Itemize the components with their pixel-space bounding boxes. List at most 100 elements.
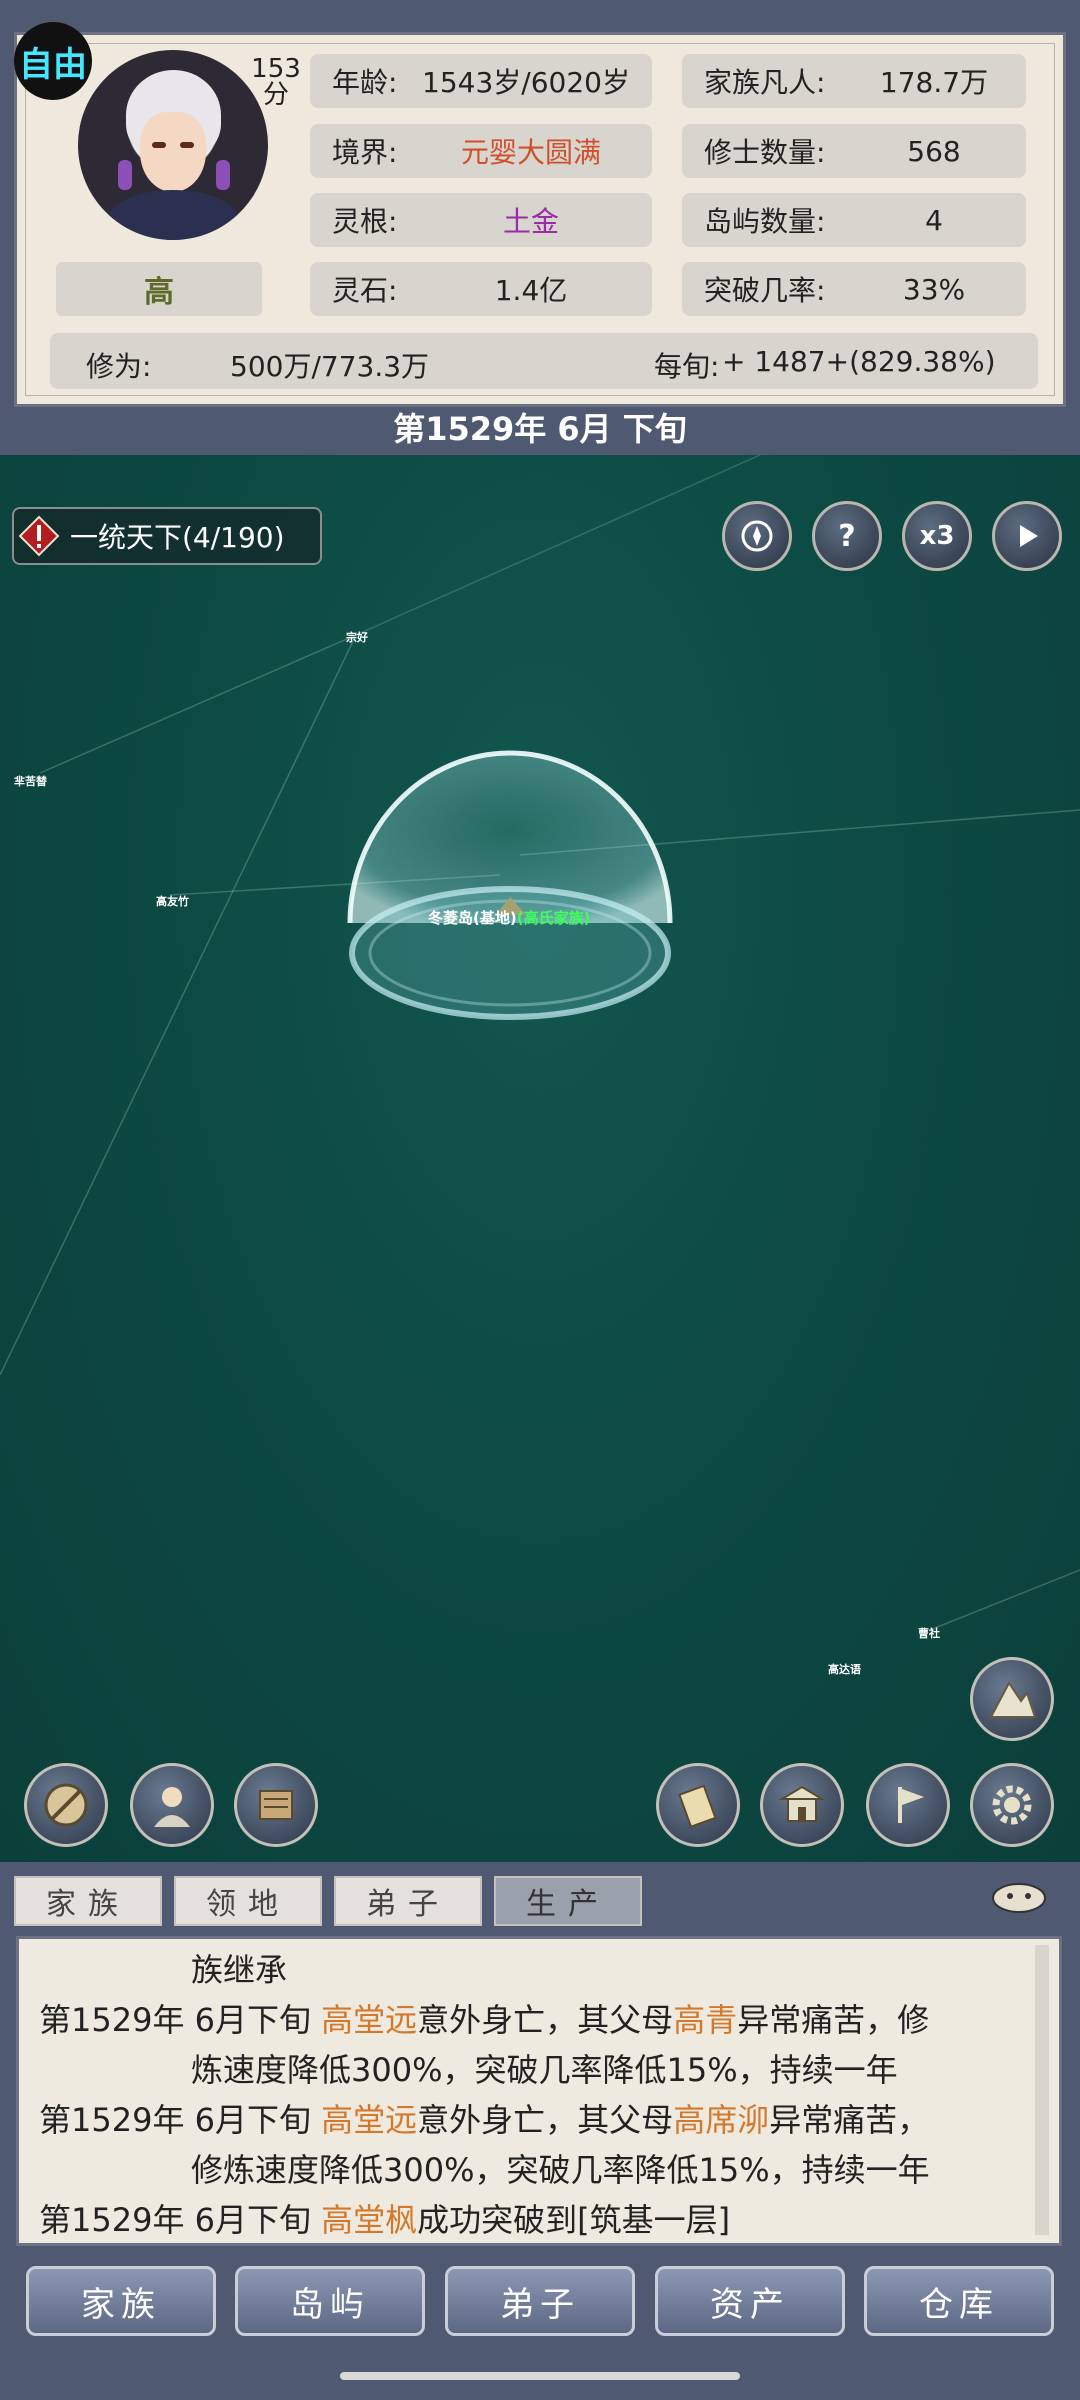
mountain-icon bbox=[989, 1681, 1037, 1718]
speed-label: x3 bbox=[919, 521, 955, 551]
emblem-icon bbox=[741, 520, 773, 552]
island-name: 冬菱岛(基地) bbox=[428, 909, 517, 927]
log-date: 第1529年 6月下旬 bbox=[39, 2201, 311, 2239]
tab-production[interactable]: 生产 bbox=[494, 1876, 642, 1926]
age-value: 1543岁/6020岁 bbox=[422, 66, 630, 99]
realm-cell: 境界: 元婴大圆满 bbox=[310, 124, 652, 178]
event-log[interactable]: 族继承 第1529年 6月下旬 高堂远意外身亡，其父母高青异常痛苦，修 炼速度降… bbox=[16, 1936, 1062, 2246]
flag-button[interactable] bbox=[866, 1763, 950, 1847]
alert-icon bbox=[18, 515, 60, 557]
stones-cell: 灵石: 1.4亿 bbox=[310, 262, 652, 316]
log-subject[interactable]: 高堂枫 bbox=[321, 2201, 417, 2239]
base-island-label[interactable]: 冬菱岛(基地)(高氏家族) bbox=[428, 907, 590, 928]
mortals-value: 178.7万 bbox=[879, 66, 989, 99]
place-label[interactable]: 宗好 bbox=[346, 629, 368, 645]
root-label: 灵根: bbox=[332, 205, 398, 238]
log-subject[interactable]: 高堂远 bbox=[321, 2001, 417, 2039]
help-button[interactable]: ? bbox=[812, 501, 882, 571]
nav-family-button[interactable]: 家族 bbox=[26, 2266, 216, 2336]
settings-button[interactable] bbox=[970, 1763, 1054, 1847]
log-target[interactable]: 高席泖 bbox=[673, 2101, 769, 2139]
realm-value: 元婴大圆满 bbox=[460, 136, 601, 169]
log-subject[interactable]: 高堂远 bbox=[321, 2101, 417, 2139]
log-line: 族继承 bbox=[191, 1951, 288, 1989]
world-map[interactable]: 一统天下(4/190) ? x3 宗好 芈苦替 高友竹 曹社 高达语 冬菱岛(基… bbox=[0, 455, 1080, 1865]
realm-label: 境界: bbox=[332, 136, 398, 169]
terrain-button[interactable] bbox=[970, 1657, 1054, 1741]
log-date: 第1529年 6月下旬 bbox=[39, 2001, 311, 2039]
place-label[interactable]: 芈苦替 bbox=[14, 773, 47, 789]
nav-warehouse-button[interactable]: 仓库 bbox=[864, 2266, 1054, 2336]
tab-territory[interactable]: 领地 bbox=[174, 1876, 322, 1926]
sect-emblem-button[interactable] bbox=[722, 501, 792, 571]
log-entry: 第1529年 6月下旬 高堂远意外身亡，其父母高席泖异常痛苦， bbox=[39, 2095, 929, 2141]
speed-button[interactable]: x3 bbox=[902, 501, 972, 571]
building-button[interactable] bbox=[760, 1763, 844, 1847]
avatar-eye bbox=[152, 142, 166, 148]
cultivators-label: 修士数量: bbox=[704, 136, 826, 169]
scroll-button[interactable] bbox=[234, 1763, 318, 1847]
cultivation-label: 修为: bbox=[86, 350, 152, 383]
mortals-label: 家族凡人: bbox=[704, 66, 826, 99]
breakthrough-label: 突破几率: bbox=[704, 274, 826, 307]
log-target[interactable]: 高青 bbox=[673, 2001, 737, 2039]
place-label[interactable]: 高达语 bbox=[828, 1661, 861, 1677]
log-text: 意外身亡，其父母 bbox=[417, 2101, 674, 2139]
free-mode-badge[interactable]: 自由 bbox=[14, 22, 92, 100]
disciple-portrait-button[interactable] bbox=[130, 1763, 214, 1847]
divination-button[interactable] bbox=[24, 1763, 108, 1847]
log-date: 第1529年 6月下旬 bbox=[39, 2101, 311, 2139]
island-family: (高氏家族) bbox=[516, 909, 591, 927]
ticket-icon bbox=[678, 1784, 717, 1828]
breakthrough-cell: 突破几率: 33% bbox=[682, 262, 1026, 316]
place-label[interactable]: 曹社 bbox=[918, 1625, 940, 1641]
cultivators-value: 568 bbox=[907, 134, 961, 168]
quest-unify-world[interactable]: 一统天下(4/190) bbox=[12, 507, 322, 565]
stones-label: 灵石: bbox=[332, 274, 398, 307]
date-display: 第1529年 6月 下旬 bbox=[393, 410, 687, 448]
help-icon: ? bbox=[838, 518, 856, 554]
avatar-face bbox=[140, 112, 206, 192]
cultivation-value: 500万/773.3万 bbox=[230, 350, 430, 383]
nav-disciples-button[interactable]: 弟子 bbox=[445, 2266, 635, 2336]
tickets-button[interactable] bbox=[656, 1763, 740, 1847]
tab-family[interactable]: 家族 bbox=[14, 1876, 162, 1926]
per-xun-value: + 1487+(829.38%) bbox=[722, 345, 996, 378]
age-cell: 年龄: 1543岁/6020岁 bbox=[310, 54, 652, 108]
log-text: 意外身亡，其父母 bbox=[417, 2001, 674, 2039]
nav-assets-button[interactable]: 资产 bbox=[655, 2266, 845, 2336]
base-island-dome[interactable] bbox=[346, 743, 674, 1043]
log-scrollbar[interactable] bbox=[1035, 1945, 1049, 2235]
log-text: 成功突破到[筑基一层] bbox=[417, 2201, 731, 2239]
avatar-ornament bbox=[216, 160, 230, 190]
scroll-icon bbox=[259, 1790, 293, 1820]
islands-label: 岛屿数量: bbox=[704, 205, 826, 238]
per-xun-label: 每旬: bbox=[654, 350, 720, 383]
leader-name[interactable]: 高 bbox=[56, 262, 262, 316]
compass-icon bbox=[44, 1783, 88, 1827]
log-entry: 第1529年 6月下旬 高堂远意外身亡，其父母高青异常痛苦，修 bbox=[39, 1995, 929, 2041]
home-indicator[interactable] bbox=[340, 2372, 740, 2380]
islands-value: 4 bbox=[925, 203, 943, 237]
route-lines bbox=[0, 455, 1080, 1631]
stones-value: 1.4亿 bbox=[494, 274, 568, 307]
mascot-icon[interactable] bbox=[984, 1874, 1054, 1922]
person-icon bbox=[154, 1787, 190, 1827]
play-button[interactable] bbox=[992, 501, 1062, 571]
place-label[interactable]: 高友竹 bbox=[156, 893, 189, 909]
avatar[interactable] bbox=[78, 50, 268, 240]
root-cell: 灵根: 土金 bbox=[310, 193, 652, 247]
cultivation-bar: 修为: 500万/773.3万 每旬: + 1487+(829.38%) bbox=[50, 333, 1038, 389]
play-icon bbox=[1020, 525, 1038, 547]
root-value: 土金 bbox=[502, 205, 559, 238]
log-text: 异常痛苦， bbox=[769, 2101, 930, 2139]
avatar-ornament bbox=[118, 160, 132, 190]
flag-icon bbox=[898, 1787, 924, 1823]
nav-islands-button[interactable]: 岛屿 bbox=[235, 2266, 425, 2336]
avatar-robe bbox=[108, 190, 238, 240]
score-value: 153 bbox=[251, 54, 301, 84]
log-text: 异常痛苦，修 bbox=[737, 2001, 930, 2039]
islands-cell: 岛屿数量: 4 bbox=[682, 193, 1026, 247]
bottom-area: 家族 领地 弟子 生产 族继承 第1529年 6月下旬 高堂远意外身亡，其父母高… bbox=[0, 1862, 1080, 2400]
tab-disciples[interactable]: 弟子 bbox=[334, 1876, 482, 1926]
